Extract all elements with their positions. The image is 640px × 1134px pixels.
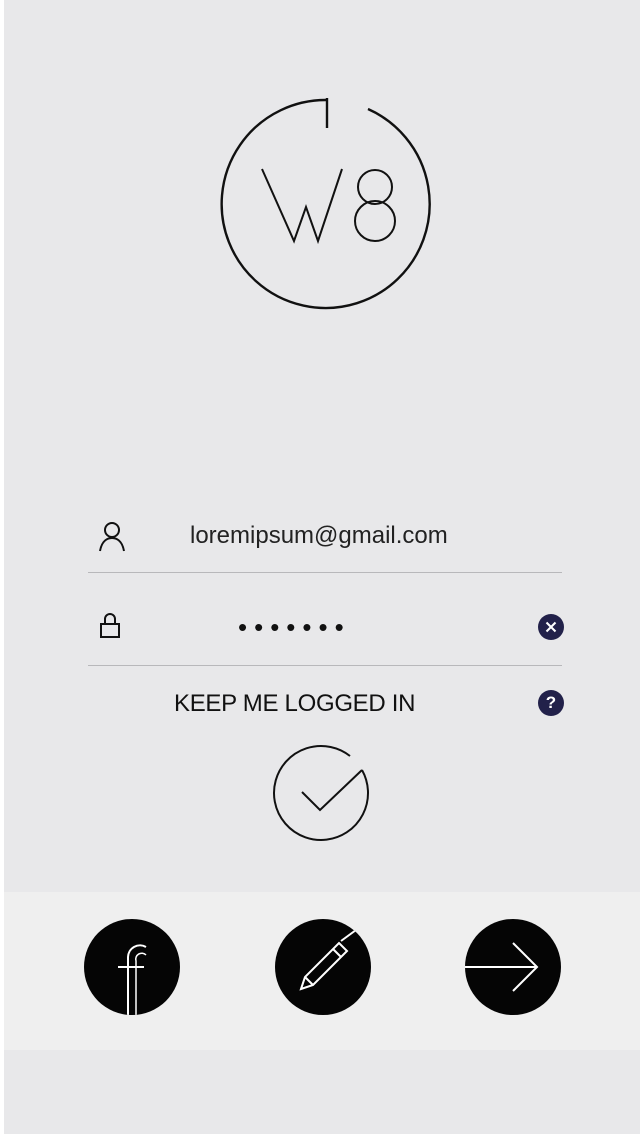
email-input[interactable]: loremipsum@gmail.com <box>190 520 530 552</box>
email-field[interactable]: loremipsum@gmail.com <box>88 508 562 573</box>
action-bar <box>4 892 640 1050</box>
keep-logged-in-label: KEEP ME LOGGED IN <box>174 690 416 717</box>
pen-icon <box>299 919 371 991</box>
password-field[interactable]: ••••••• <box>88 596 564 666</box>
logo-monogram <box>261 168 396 245</box>
user-icon <box>99 522 125 552</box>
login-submit-button[interactable] <box>465 919 561 1015</box>
clear-password-button[interactable] <box>538 614 564 640</box>
register-button[interactable] <box>275 919 371 1015</box>
app-logo <box>220 98 431 310</box>
arrow-right-icon <box>465 942 539 992</box>
facebook-icon <box>118 944 147 1015</box>
facebook-login-button[interactable] <box>84 919 180 1015</box>
keep-logged-in-check-icon[interactable] <box>272 740 378 846</box>
password-input[interactable]: ••••••• <box>238 610 418 644</box>
lock-icon <box>100 613 120 638</box>
help-icon[interactable]: ? <box>538 690 564 716</box>
close-icon <box>545 621 557 633</box>
